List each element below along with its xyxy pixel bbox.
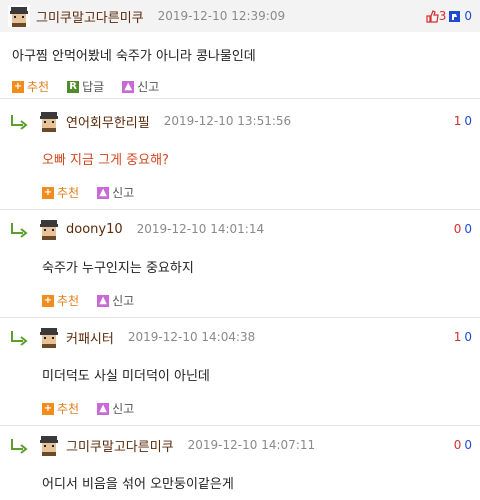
reply-icon: R [67, 80, 80, 93]
comment-body: 아구찜 안먹어봤네 숙주가 아니라 콩나물인데 [12, 49, 256, 64]
comment-body: 오빠 지금 그게 중요해? [42, 153, 169, 168]
author-name[interactable]: 커패시터 [66, 328, 114, 347]
report-label: 신고 [112, 402, 135, 416]
upvote-count: 0 [453, 438, 462, 452]
downvote-count: 0 [464, 9, 472, 23]
recommend-button[interactable]: + 추천 [12, 78, 49, 95]
report-button[interactable]: ▲ 신고 [97, 292, 134, 309]
reply-arrow-icon [11, 114, 27, 130]
report-label: 신고 [112, 294, 135, 308]
recommend-label: 추천 [57, 294, 80, 308]
reply-button[interactable]: R 답글 [67, 78, 104, 95]
avatar[interactable] [38, 110, 60, 132]
avatar[interactable] [38, 218, 60, 240]
siren-icon: ▲ [97, 186, 110, 199]
author-name[interactable]: 연어회무한리필 [66, 112, 150, 131]
reply-comment: 그미쿠말고다른미쿠 2019-12-10 14:07:11 0 0 어디서 비음… [0, 430, 480, 500]
plus-icon: + [42, 186, 54, 199]
vote-counts: 1 0 [454, 114, 472, 128]
comment-header: 연어회무한리필 2019-12-10 13:51:56 1 0 [0, 106, 480, 136]
comment-actions: + 추천 ▲ 신고 [42, 292, 480, 309]
avatar[interactable] [38, 326, 60, 348]
report-button[interactable]: ▲ 신고 [97, 184, 134, 201]
downvote-count: 0 [464, 114, 472, 128]
recommend-button[interactable]: + 추천 [42, 292, 79, 309]
timestamp: 2019-12-10 14:01:14 [136, 222, 265, 236]
author-name[interactable]: doony10 [66, 222, 123, 237]
downvote-count: 0 [464, 330, 472, 344]
comment-actions: + 추천 ▲ 신고 [42, 400, 480, 417]
comment-header: 커패시터 2019-12-10 14:04:38 1 0 [0, 322, 480, 352]
recommend-button[interactable]: + 추천 [42, 184, 79, 201]
timestamp: 2019-12-10 12:39:09 [157, 9, 286, 23]
comment-header: 그미쿠말고다른미쿠 2019-12-10 14:07:11 0 0 [0, 430, 480, 460]
comment-actions: + 추천 R 답글 ▲ 신고 [12, 78, 480, 95]
comment-body: 어디서 비음을 섞어 오만둥이같은게 [42, 477, 234, 492]
reply-comment: 커패시터 2019-12-10 14:04:38 1 0 미더덕도 사실 미더덕… [0, 322, 480, 426]
comment-actions: + 추천 ▲ 신고 [42, 184, 480, 201]
downvote-count: 0 [464, 438, 472, 452]
thumbs-down-icon[interactable] [448, 10, 461, 23]
timestamp: 2019-12-10 13:51:56 [163, 114, 292, 128]
reply-arrow-icon [11, 222, 27, 238]
reply-comment: 연어회무한리필 2019-12-10 13:51:56 1 0 오빠 지금 그게… [0, 106, 480, 210]
upvote-count: 1 [453, 330, 462, 344]
recommend-label: 추천 [27, 80, 50, 94]
thumbs-up-icon[interactable] [426, 9, 439, 23]
comment-top: 그미쿠말고다른미쿠 2019-12-10 12:39:09 3 0 아구찜 안먹… [0, 0, 480, 99]
downvote-count: 0 [464, 222, 472, 236]
plus-icon: + [12, 80, 24, 93]
siren-icon: ▲ [122, 80, 135, 93]
report-button[interactable]: ▲ 신고 [97, 400, 134, 417]
avatar[interactable] [38, 434, 60, 456]
timestamp: 2019-12-10 14:04:38 [127, 330, 256, 344]
author-name[interactable]: 그미쿠말고다른미쿠 [66, 436, 174, 455]
reply-label: 답글 [82, 80, 105, 94]
author-name[interactable]: 그미쿠말고다른미쿠 [36, 7, 144, 26]
vote-counts: 1 0 [454, 330, 472, 344]
comment-body: 미더덕도 사실 미더덕이 아닌데 [42, 369, 210, 384]
siren-icon: ▲ [97, 294, 110, 307]
comment-header: 그미쿠말고다른미쿠 2019-12-10 12:39:09 3 0 [0, 0, 480, 32]
report-button[interactable]: ▲ 신고 [122, 78, 159, 95]
recommend-label: 추천 [57, 186, 80, 200]
avatar[interactable] [8, 5, 30, 27]
reply-arrow-icon [11, 438, 27, 454]
recommend-button[interactable]: + 추천 [42, 400, 79, 417]
report-label: 신고 [137, 80, 160, 94]
plus-icon: + [42, 402, 54, 415]
report-label: 신고 [112, 186, 135, 200]
upvote-count: 1 [453, 114, 462, 128]
vote-counts: 0 0 [454, 438, 472, 452]
timestamp: 2019-12-10 14:07:11 [187, 438, 316, 452]
siren-icon: ▲ [97, 402, 110, 415]
upvote-count: 3 [438, 9, 447, 23]
reply-arrow-icon [11, 330, 27, 346]
comment-body: 숙주가 누구인지는 중요하지 [42, 261, 194, 276]
reply-comment: doony10 2019-12-10 14:01:14 0 0 숙주가 누구인지… [0, 214, 480, 318]
vote-counts: 0 0 [454, 222, 472, 236]
recommend-label: 추천 [57, 402, 80, 416]
vote-counts: 3 0 [426, 9, 472, 23]
plus-icon: + [42, 294, 54, 307]
upvote-count: 0 [453, 222, 462, 236]
comment-header: doony10 2019-12-10 14:01:14 0 0 [0, 214, 480, 244]
